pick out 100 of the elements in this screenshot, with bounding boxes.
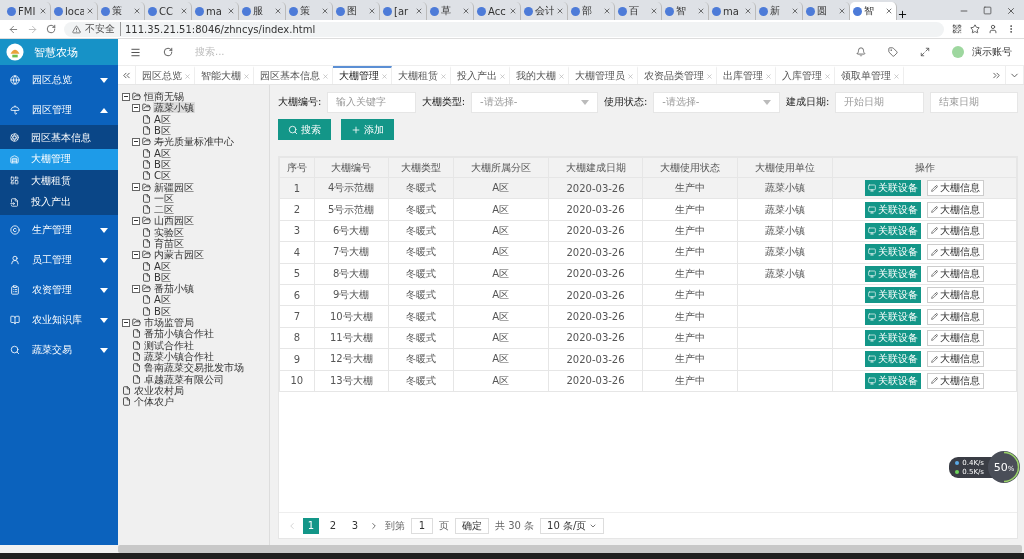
tree-node[interactable]: B区 (153, 305, 172, 317)
collapse-toggle[interactable] (122, 92, 130, 101)
link-device-button[interactable]: 关联设备 (865, 351, 922, 368)
sidebar-item[interactable]: 农业知识库 (0, 305, 118, 335)
confirm-button[interactable]: 确定 (455, 517, 489, 534)
sidebar-subitem[interactable]: 园区基本信息 (0, 127, 118, 149)
collapse-toggle[interactable] (132, 250, 140, 259)
file-icon (142, 114, 151, 124)
page-button[interactable]: 3 (347, 517, 363, 534)
goto-label: 到第 (385, 518, 405, 533)
sidebar-item[interactable]: 员工管理 (0, 245, 118, 275)
page-tab[interactable]: 农资品类管理 (638, 66, 717, 84)
tree-node[interactable]: 番茄小镇 (153, 283, 195, 295)
greenhouse-info-button[interactable]: 大棚信息 (927, 351, 985, 368)
sidebar-item[interactable]: 农资管理 (0, 275, 118, 305)
page-tab[interactable]: 智能大棚 (195, 66, 254, 84)
tree-node[interactable]: 二区 (153, 204, 175, 216)
tree-node[interactable]: 个体农户 (133, 396, 175, 408)
greenhouse-info-button[interactable]: 大棚信息 (927, 265, 985, 282)
sidebar-item[interactable]: 生产管理 (0, 215, 118, 245)
browser-tab[interactable]: 智 (850, 2, 897, 20)
link-device-button[interactable]: 关联设备 (865, 287, 922, 304)
page-tab[interactable]: 园区总览 (136, 66, 195, 84)
tree-node[interactable]: 农业农村局 (133, 384, 185, 396)
add-button[interactable]: 添加 (341, 119, 394, 140)
tree-node[interactable]: 番茄小镇合作社 (143, 328, 215, 340)
greenhouse-info-button[interactable]: 大棚信息 (927, 180, 985, 197)
page-input[interactable]: 1 (411, 517, 433, 534)
file-icon (142, 159, 151, 169)
sidebar-subitem[interactable]: 大棚租赁 (0, 170, 118, 192)
tree-node[interactable]: 卓越蔬菜有限公司 (143, 373, 225, 385)
collapse-toggle[interactable] (132, 216, 140, 225)
filter-label: 使用状态: (603, 95, 648, 109)
tree-node[interactable]: 一区 (153, 192, 175, 204)
address-bar[interactable]: 不安全 111.35.21.51:8046/zhncys/index.html (64, 21, 944, 37)
link-device-button[interactable]: 关联设备 (865, 180, 922, 197)
tree-node[interactable]: 内蒙古园区 (153, 249, 205, 261)
link-device-button[interactable]: 关联设备 (865, 329, 922, 346)
link-device-button[interactable]: 关联设备 (865, 244, 922, 261)
tree-node[interactable]: B区 (153, 158, 172, 170)
tree-node[interactable]: A区 (153, 294, 172, 306)
greenhouse-info-button[interactable]: 大棚信息 (927, 201, 985, 218)
greenhouse-info-button[interactable]: 大棚信息 (927, 287, 985, 304)
site-icon (571, 6, 580, 16)
close-icon (415, 7, 423, 15)
page-tab[interactable]: 大棚管理 (333, 66, 392, 84)
tree-node[interactable]: 蔬菜小镇合作社 (143, 350, 215, 362)
sidebar-item[interactable]: 园区管理 (0, 95, 118, 125)
tree-node[interactable]: 市场监管局 (143, 317, 195, 329)
page-tab[interactable]: 领取单管理 (835, 66, 904, 84)
greenhouse-info-button[interactable]: 大棚信息 (927, 329, 985, 346)
tree-node[interactable]: A区 (153, 113, 172, 125)
page-tab[interactable]: 投入产出 (451, 66, 510, 84)
scrollbar[interactable] (118, 545, 1022, 553)
page-tab[interactable]: 园区基本信息 (254, 66, 333, 84)
page-tab[interactable]: 入库管理 (776, 66, 835, 84)
tree-node[interactable]: 恒商无锡 (143, 91, 185, 103)
tree-node[interactable]: A区 (153, 260, 172, 272)
tree-node[interactable]: 实验区 (153, 226, 185, 238)
greenhouse-info-button[interactable]: 大棚信息 (927, 244, 985, 261)
sidebar-item[interactable]: 园区总览 (0, 65, 118, 95)
collapse-toggle[interactable] (132, 103, 140, 112)
tree-node[interactable]: 寿光质量标准中心 (153, 136, 235, 148)
link-device-button[interactable]: 关联设备 (865, 222, 922, 239)
tree-node[interactable]: 测试合作社 (143, 339, 195, 351)
tree-node[interactable]: 鲁南蔬菜交易批发市场 (143, 362, 245, 374)
tree-node[interactable]: 育苗区 (153, 238, 185, 249)
page-size-select[interactable]: 10 条/页 (540, 517, 605, 534)
tag-icon (888, 47, 898, 57)
site-icon (665, 6, 674, 16)
link-device-button[interactable]: 关联设备 (865, 265, 922, 282)
page-button[interactable]: 1 (303, 517, 319, 534)
tree-node[interactable]: A区 (153, 147, 172, 159)
collapse-toggle[interactable] (132, 137, 140, 146)
menu-item-icon (10, 197, 19, 207)
user-name[interactable]: 演示账号 (972, 45, 1012, 59)
page-tab[interactable]: 大棚租赁 (392, 66, 451, 84)
tree-node[interactable]: 山西园区 (153, 215, 195, 227)
tree-node[interactable]: B区 (153, 271, 172, 283)
greenhouse-info-button[interactable]: 大棚信息 (927, 222, 985, 239)
search-button[interactable]: 搜索 (278, 119, 331, 140)
page-button[interactable]: 2 (325, 517, 341, 534)
collapse-toggle[interactable] (132, 284, 140, 293)
collapse-toggle[interactable] (122, 318, 130, 327)
sidebar-item[interactable]: 蔬菜交易 (0, 335, 118, 365)
tree-node[interactable]: B区 (153, 125, 172, 137)
collapse-toggle[interactable] (132, 183, 140, 191)
sidebar-subitem[interactable]: 投入产出 (0, 191, 118, 213)
page-tab[interactable]: 大棚管理员 (569, 66, 638, 84)
tree-node[interactable]: 蔬菜小镇 (153, 102, 195, 114)
tree-node[interactable]: 新疆园区 (153, 181, 195, 193)
link-device-button[interactable]: 关联设备 (865, 308, 922, 325)
greenhouse-info-button[interactable]: 大棚信息 (927, 372, 985, 389)
link-device-button[interactable]: 关联设备 (865, 372, 922, 389)
tree-node[interactable]: C区 (153, 170, 172, 182)
link-device-button[interactable]: 关联设备 (865, 201, 922, 218)
site-icon (524, 6, 533, 16)
greenhouse-info-button[interactable]: 大棚信息 (927, 308, 985, 325)
page-tab[interactable]: 出库管理 (717, 66, 776, 84)
page-tab[interactable]: 我的大棚 (510, 66, 569, 84)
